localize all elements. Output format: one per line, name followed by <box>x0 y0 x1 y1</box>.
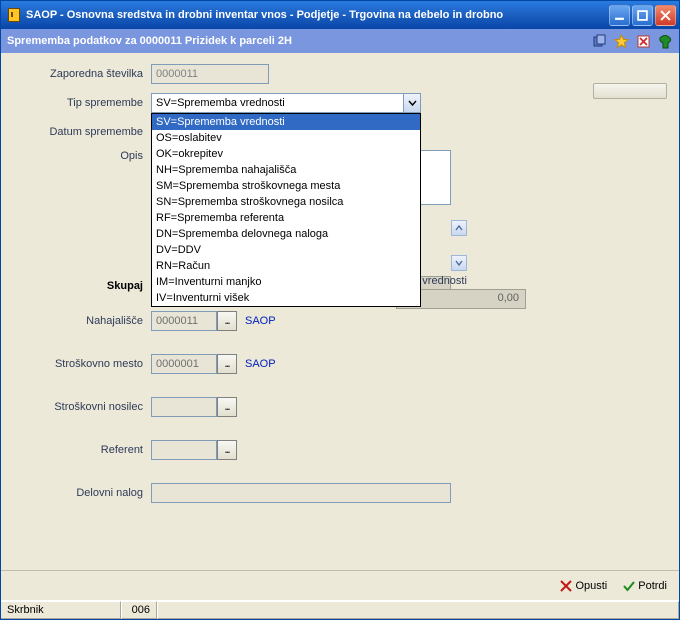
type-select[interactable]: SV=Sprememba vrednosti <box>151 93 421 113</box>
cost-center-name: SAOP <box>245 358 276 370</box>
side-panel-button[interactable] <box>593 83 667 99</box>
work-order-input[interactable] <box>151 483 451 503</box>
status-blank <box>157 601 679 619</box>
cost-carrier-lookup-button[interactable]: ... <box>217 397 237 417</box>
main-window: SAOP - Osnovna sredstva in drobni invent… <box>0 0 680 620</box>
minimize-button[interactable] <box>609 5 630 26</box>
label-cost-center: Stroškovno mesto <box>13 358 151 370</box>
confirm-label: Potrdi <box>638 580 667 592</box>
status-user: Skrbnik <box>1 601 121 619</box>
label-cost-carrier: Stroškovni nosilec <box>13 401 151 413</box>
x-icon <box>560 580 572 592</box>
cost-carrier-code[interactable] <box>151 397 217 417</box>
confirm-button[interactable]: Potrdi <box>623 580 667 592</box>
type-option[interactable]: OS=oslabitev <box>152 130 420 146</box>
type-option[interactable]: SN=Sprememba stroškovnega nosilca <box>152 194 420 210</box>
cost-center-lookup-button[interactable]: ... <box>217 354 237 374</box>
type-option[interactable]: NH=Sprememba nahajališča <box>152 162 420 178</box>
location-lookup-button[interactable]: ... <box>217 311 237 331</box>
type-dropdown[interactable]: SV=Sprememba vrednostiOS=oslabitevOK=okr… <box>151 113 421 307</box>
cost-center-code[interactable] <box>151 354 217 374</box>
label-date: Datum spremembe <box>13 126 151 138</box>
type-option[interactable]: RN=Račun <box>152 258 420 274</box>
discard-button[interactable]: Opusti <box>560 580 607 592</box>
maximize-button[interactable] <box>632 5 653 26</box>
status-code: 006 <box>121 601 157 619</box>
statusbar: Skrbnik 006 <box>1 600 679 619</box>
page-title: Sprememba podatkov za 0000011 Prizidek k… <box>7 35 591 47</box>
type-option[interactable]: DN=Sprememba delovnega naloga <box>152 226 420 242</box>
location-code[interactable] <box>151 311 217 331</box>
seq-input[interactable] <box>151 64 269 84</box>
label-work-order: Delovni nalog <box>13 487 151 499</box>
window-buttons <box>609 5 676 26</box>
label-total: Skupaj <box>13 280 151 292</box>
toolbar-help-icon[interactable] <box>657 33 673 49</box>
footer-bar: Opusti Potrdi <box>1 570 679 600</box>
label-desc: Opis <box>13 150 151 162</box>
type-option[interactable]: IV=Inventurni višek <box>152 290 420 306</box>
toolbar-delete-icon[interactable] <box>635 33 651 49</box>
label-location: Nahajališče <box>13 315 151 327</box>
type-option[interactable]: OK=okrepitev <box>152 146 420 162</box>
label-referent: Referent <box>13 444 151 456</box>
type-option[interactable]: RF=Sprememba referenta <box>152 210 420 226</box>
check-icon <box>623 580 635 592</box>
titlebar: SAOP - Osnovna sredstva in drobni invent… <box>1 1 679 29</box>
type-option[interactable]: SV=Sprememba vrednosti <box>152 114 420 130</box>
window-title: SAOP - Osnovna sredstva in drobni invent… <box>26 9 609 21</box>
label-type: Tip spremembe <box>13 97 151 109</box>
desc-scroll-down[interactable] <box>451 255 467 271</box>
app-icon <box>6 7 22 23</box>
chevron-down-icon <box>403 94 420 112</box>
referent-lookup-button[interactable]: ... <box>217 440 237 460</box>
toolbar-star-icon[interactable] <box>613 33 629 49</box>
discard-label: Opusti <box>575 580 607 592</box>
toolbar-copy-icon[interactable] <box>591 33 607 49</box>
type-select-value: SV=Sprememba vrednosti <box>156 97 285 109</box>
location-name: SAOP <box>245 315 276 327</box>
close-button[interactable] <box>655 5 676 26</box>
desc-scroll-up[interactable] <box>451 220 467 236</box>
type-option[interactable]: IM=Inventurni manjko <box>152 274 420 290</box>
type-option[interactable]: DV=DDV <box>152 242 420 258</box>
label-seq: Zaporedna številka <box>13 68 151 80</box>
type-option[interactable]: SM=Sprememba stroškovnega mesta <box>152 178 420 194</box>
toolbar: Sprememba podatkov za 0000011 Prizidek k… <box>1 29 679 53</box>
content: Zaporedna številka Tip spremembe SV=Spre… <box>1 53 679 570</box>
referent-code[interactable] <box>151 440 217 460</box>
